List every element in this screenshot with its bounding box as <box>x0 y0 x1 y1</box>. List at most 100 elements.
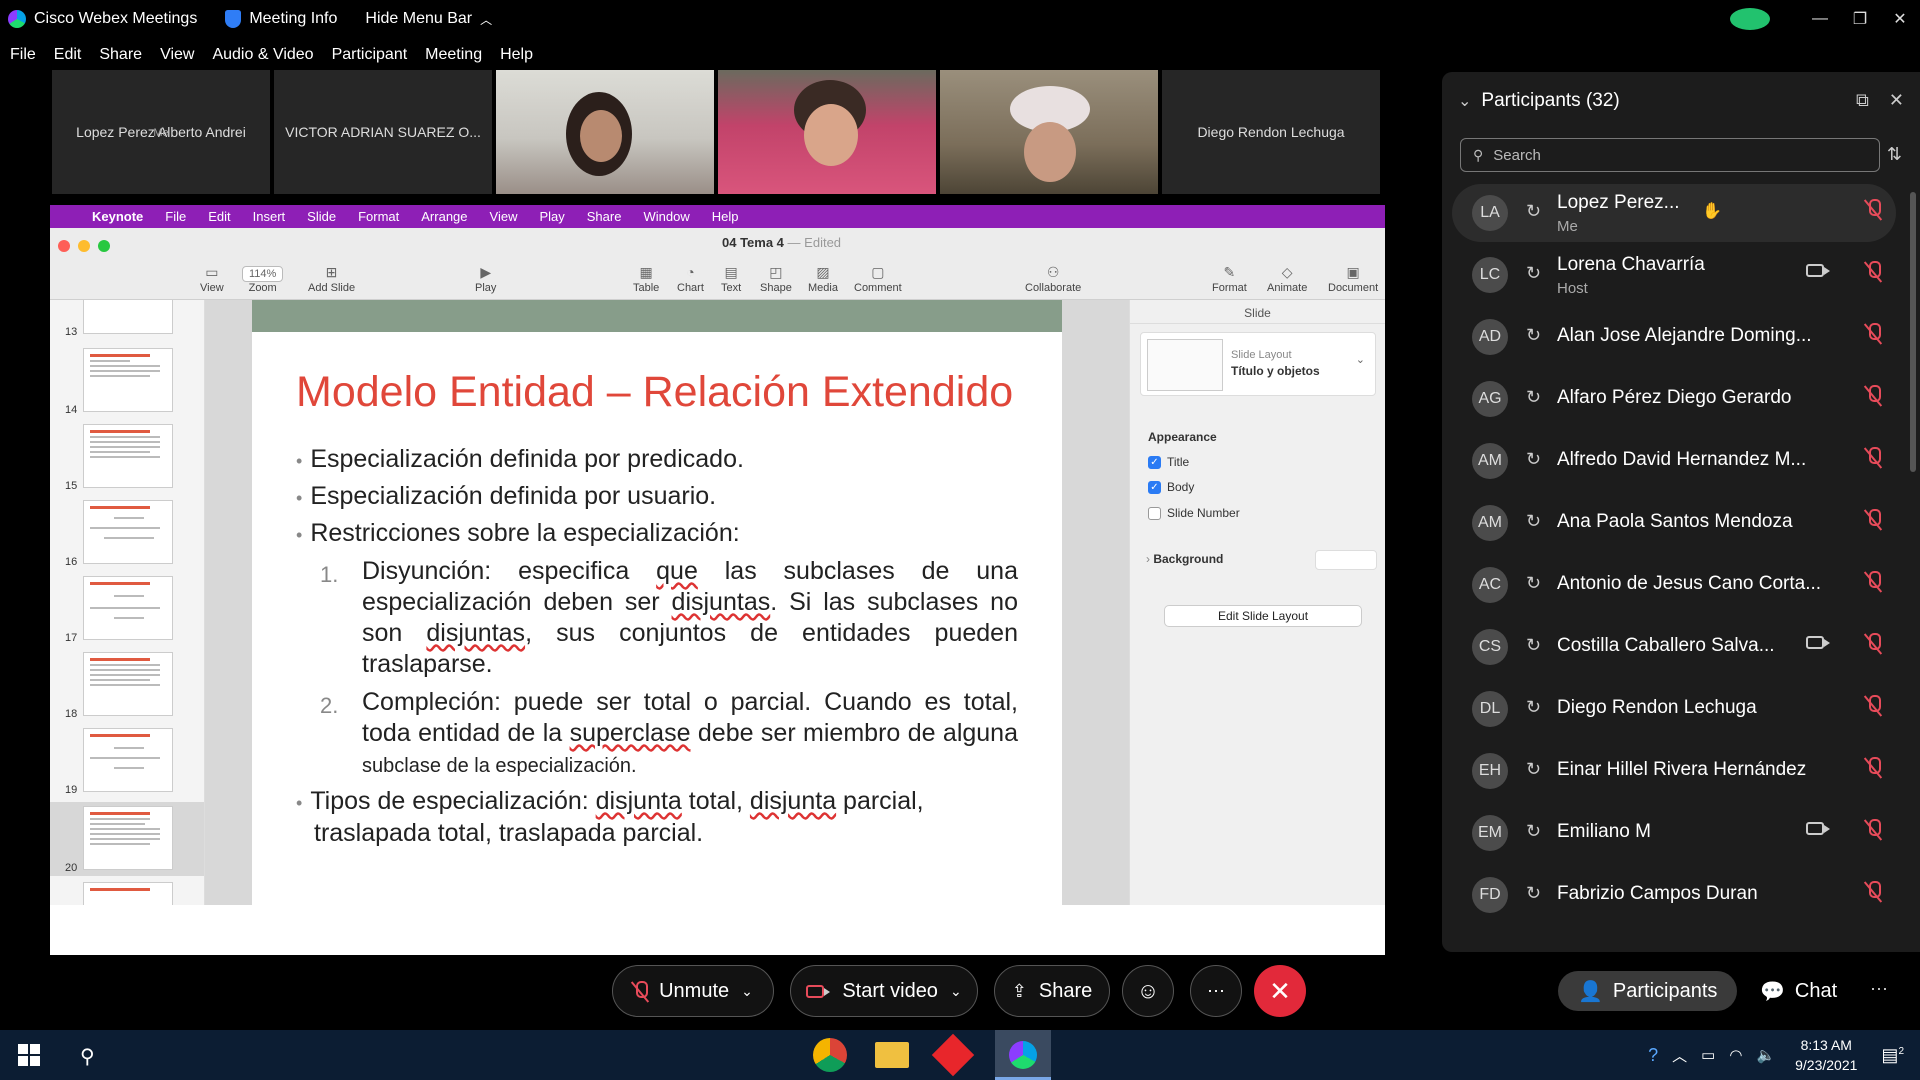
kn-menu-play: Play <box>539 209 565 224</box>
participant-row[interactable]: DL ↻ Diego Rendon Lechuga <box>1452 680 1896 738</box>
share-button[interactable]: ⇪ Share <box>994 965 1110 1017</box>
mic-muted-icon[interactable] <box>1866 384 1881 406</box>
video-tile-me[interactable]: Lopez Perez Alberto Andrei Me <box>52 70 270 194</box>
meeting-controls: Unmute ⌄ Start video ⌄ ⇪ Share ☺ ⋯ ✕ 👤 P… <box>0 965 1920 1021</box>
kn-menu-keynote: Keynote <box>92 209 144 224</box>
mic-muted-icon[interactable] <box>1866 446 1881 468</box>
anydesk-icon[interactable] <box>931 1033 975 1077</box>
media-icon: ▨ <box>816 264 830 280</box>
more-options-button[interactable]: ⋯ <box>1190 965 1242 1017</box>
panel-more-icon[interactable]: ⋯ <box>1870 979 1888 1000</box>
chevron-down-icon[interactable]: ⌄ <box>950 983 962 1000</box>
mic-muted-icon[interactable] <box>1866 322 1881 344</box>
kn-menu-insert: Insert <box>252 209 286 224</box>
participant-row[interactable]: AD ↻ Alan Jose Alejandre Doming... <box>1452 308 1896 366</box>
menu-share[interactable]: Share <box>99 46 142 64</box>
participants-header[interactable]: ⌄ Participants (32) <box>1458 90 1620 112</box>
mic-muted-icon[interactable] <box>1866 260 1881 282</box>
checkbox-empty-icon <box>1148 506 1161 520</box>
chrome-icon[interactable] <box>813 1038 847 1072</box>
participant-row[interactable]: LA ↻ Lopez Perez... Me ✋ <box>1452 184 1896 242</box>
close-window-button[interactable]: ✕ <box>1880 9 1920 29</box>
sidebar-icon: ▭ <box>205 264 219 280</box>
network-signal-icon[interactable] <box>1730 8 1770 30</box>
mic-muted-icon[interactable] <box>1866 632 1881 654</box>
participant-row[interactable]: AM ↻ Alfredo David Hernandez M... <box>1452 432 1896 490</box>
mic-muted-icon[interactable] <box>1866 880 1881 902</box>
mic-muted-icon[interactable] <box>1866 756 1881 778</box>
mic-muted-icon[interactable] <box>1866 570 1881 592</box>
kn-add-slide-button: ⊞ Add Slide <box>308 264 356 294</box>
unmute-button[interactable]: Unmute ⌄ <box>612 965 774 1017</box>
battery-icon[interactable]: ▭ <box>1701 1046 1715 1064</box>
minimize-button[interactable]: — <box>1800 10 1840 28</box>
mic-muted-icon[interactable] <box>1866 818 1881 840</box>
notifications-icon[interactable]: ▤2 <box>1881 1045 1904 1066</box>
participant-row[interactable]: AM ↻ Ana Paola Santos Mendoza <box>1452 494 1896 552</box>
slide-thumb-14: 14 <box>50 348 204 418</box>
help-icon[interactable]: ? <box>1648 1045 1658 1066</box>
video-tile-camera-3[interactable] <box>940 70 1158 194</box>
chat-button[interactable]: 💬 Chat <box>1740 971 1857 1011</box>
menu-participant[interactable]: Participant <box>332 46 408 64</box>
menu-meeting[interactable]: Meeting <box>425 46 482 64</box>
meeting-info-button[interactable]: Meeting Info <box>225 10 337 28</box>
participant-row[interactable]: LC ↻ Lorena Chavarría Host <box>1452 246 1896 304</box>
leave-meeting-button[interactable]: ✕ <box>1254 965 1306 1017</box>
mic-muted-icon[interactable] <box>1866 694 1881 716</box>
search-icon: ⚲ <box>1473 146 1484 163</box>
paintbrush-icon: ✎ <box>1223 264 1236 280</box>
participant-row[interactable]: AG ↻ Alfaro Pérez Diego Gerardo <box>1452 370 1896 428</box>
participant-row[interactable]: EM ↻ Emiliano M <box>1452 804 1896 862</box>
video-tile-camera-1[interactable] <box>496 70 714 194</box>
windows-start-icon[interactable] <box>18 1044 40 1066</box>
webex-taskbar-icon[interactable] <box>995 1030 1051 1080</box>
participant-row[interactable]: EH ↻ Einar Hillel Rivera Hernández <box>1452 742 1896 800</box>
format-inspector: Slide Slide Layout Título y objetos ⌄ Ap… <box>1129 300 1385 905</box>
menu-edit[interactable]: Edit <box>54 46 82 64</box>
animate-icon: ◇ <box>1281 264 1293 280</box>
wifi-icon[interactable]: ◠ <box>1729 1046 1742 1064</box>
chevron-down-icon[interactable]: ⌄ <box>1458 91 1471 111</box>
volume-icon[interactable]: 🔈 <box>1756 1046 1775 1064</box>
file-explorer-icon[interactable] <box>875 1042 909 1068</box>
participants-toggle-label: Participants <box>1612 979 1718 1002</box>
mic-muted-icon[interactable] <box>1866 198 1881 220</box>
system-tray: ? ︿ ▭ ◠ 🔈 8:13 AM 9/23/2021 ▤2 <box>1648 1030 1920 1080</box>
document-title: 04 Tema 4 — Edited <box>722 235 842 250</box>
menu-file[interactable]: File <box>10 46 36 64</box>
raise-hand-icon[interactable]: ✋ <box>1702 201 1722 221</box>
avatar: EM <box>1472 815 1508 851</box>
close-panel-icon[interactable]: ✕ <box>1889 90 1904 111</box>
menu-view[interactable]: View <box>160 46 194 64</box>
clock[interactable]: 8:13 AM 9/23/2021 <box>1795 1035 1857 1075</box>
document-status: Edited <box>804 235 842 250</box>
participant-name: Fabrizio Campos Duran <box>1557 883 1758 904</box>
video-tile-victor[interactable]: VICTOR ADRIAN SUAREZ O... <box>274 70 492 194</box>
mic-muted-icon[interactable] <box>1866 508 1881 530</box>
video-tile-diego[interactable]: Diego Rendon Lechuga <box>1162 70 1380 194</box>
participant-name: Lopez Perez... <box>1557 192 1680 213</box>
chevron-down-icon[interactable]: ⌄ <box>741 983 753 1000</box>
menu-bar: File Edit Share View Audio & Video Parti… <box>0 40 541 70</box>
participant-row[interactable]: FD ↻ Fabrizio Campos Duran <box>1452 866 1896 924</box>
video-tile-camera-2[interactable] <box>718 70 936 194</box>
menu-audio-video[interactable]: Audio & Video <box>212 46 313 64</box>
pop-out-icon[interactable]: ⧉ <box>1856 90 1869 111</box>
reactions-button[interactable]: ☺ <box>1122 965 1174 1017</box>
participant-row[interactable]: CS ↻ Costilla Caballero Salva... <box>1452 618 1896 676</box>
participants-scrollbar[interactable] <box>1910 192 1916 472</box>
menu-help[interactable]: Help <box>500 46 533 64</box>
restore-button[interactable]: ❐ <box>1840 9 1880 29</box>
participant-name: Costilla Caballero Salva... <box>1557 635 1775 656</box>
kn-document-button: ▣ Document <box>1328 264 1379 294</box>
chevron-down-icon: ⌄ <box>1355 354 1365 366</box>
start-video-button[interactable]: Start video ⌄ <box>790 965 978 1017</box>
search-input[interactable]: ⚲ Search <box>1460 138 1880 172</box>
participants-toggle-button[interactable]: 👤 Participants <box>1558 971 1738 1011</box>
participant-row[interactable]: AC ↻ Antonio de Jesus Cano Corta... <box>1452 556 1896 614</box>
hide-menu-bar-button[interactable]: Hide Menu Bar ︿ <box>365 10 492 28</box>
chevron-up-icon[interactable]: ︿ <box>1672 1045 1687 1066</box>
sort-icon[interactable]: ⇅ <box>1887 144 1902 165</box>
search-icon[interactable]: ⚲ <box>80 1044 95 1069</box>
